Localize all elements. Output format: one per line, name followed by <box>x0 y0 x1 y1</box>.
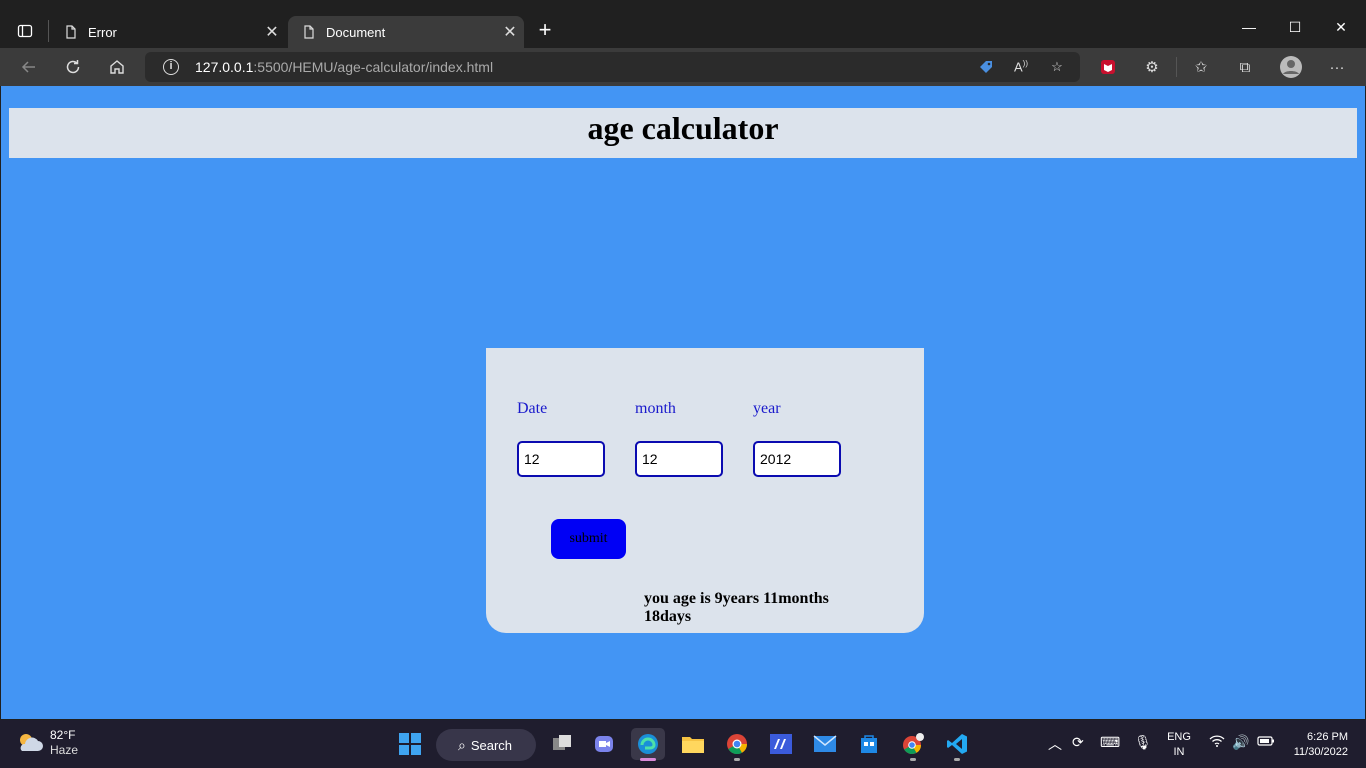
vscode-app-icon[interactable] <box>940 728 974 761</box>
clock-date: 11/30/2022 <box>1293 746 1348 758</box>
mail-app-icon[interactable] <box>808 728 842 760</box>
add-favorite-icon[interactable]: ☆ <box>1048 59 1066 77</box>
tab-strip: Error ✕ Document ✕ + — ☐ ✕ <box>0 0 1366 48</box>
year-input[interactable] <box>753 441 841 477</box>
file-explorer-icon[interactable] <box>676 728 710 760</box>
chrome-app-icon[interactable] <box>720 728 754 761</box>
coupon-tag-icon[interactable] <box>977 59 995 77</box>
close-tab-icon[interactable]: ✕ <box>496 22 524 42</box>
task-view-icon[interactable] <box>545 728 579 760</box>
weather-desc: Haze <box>50 743 79 757</box>
battery-icon[interactable] <box>1257 734 1275 750</box>
tab-title: Document <box>326 24 386 40</box>
date-label: Date <box>517 400 548 417</box>
search-label: Search <box>470 737 513 753</box>
tab-separator <box>48 20 49 42</box>
start-icon[interactable] <box>393 728 427 760</box>
tab-actions-icon[interactable] <box>10 14 40 48</box>
home-icon[interactable] <box>103 54 131 80</box>
year-label: year <box>753 400 781 417</box>
region-code: IN <box>1173 746 1185 758</box>
favorites-icon[interactable]: ✩ <box>1188 54 1214 80</box>
back-icon[interactable] <box>15 54 43 80</box>
weather-haze-icon <box>20 734 43 751</box>
language-code: ENG <box>1167 731 1191 743</box>
toolbar-divider <box>1176 57 1177 77</box>
code-tool-icon[interactable] <box>764 728 798 760</box>
submit-button[interactable]: submit <box>551 519 626 559</box>
url-text: 127.0.0.1:5500/HEMU/age-calculator/index… <box>195 59 494 75</box>
running-indicator <box>734 758 740 761</box>
tab-title: Error <box>88 24 117 40</box>
show-hidden-icons[interactable]: ︿ <box>1048 734 1062 754</box>
maximize-icon[interactable]: ☐ <box>1272 12 1318 42</box>
age-result: you age is 9years 11months 18days <box>644 590 829 625</box>
active-indicator <box>640 758 656 761</box>
address-bar[interactable]: i 127.0.0.1:5500/HEMU/age-calculator/ind… <box>145 52 1080 82</box>
tab-document[interactable]: Document ✕ <box>288 16 524 48</box>
extension-mcafee-icon[interactable] <box>1095 54 1121 80</box>
minimize-icon[interactable]: — <box>1226 12 1272 42</box>
search-icon: ⌕ <box>458 736 466 753</box>
microphone-icon[interactable]: 🎙 <box>1134 734 1152 751</box>
page-header: age calculator <box>9 108 1357 158</box>
date-input[interactable] <box>517 441 605 477</box>
taskbar-clock[interactable]: 6:26 PM 11/30/2022 <box>1282 730 1348 760</box>
store-app-icon[interactable] <box>852 728 886 760</box>
sync-icon[interactable]: ⟳ <box>1072 734 1084 751</box>
page-viewport: age calculator Date month year submit yo… <box>1 86 1365 719</box>
more-options-icon[interactable]: ··· <box>1324 54 1350 80</box>
collections-icon[interactable]: ⧉ <box>1232 54 1258 80</box>
document-icon <box>66 25 76 39</box>
month-input[interactable] <box>635 441 723 477</box>
chrome-profile-app-icon[interactable] <box>896 728 930 761</box>
close-tab-icon[interactable]: ✕ <box>258 22 286 42</box>
close-window-icon[interactable]: ✕ <box>1318 12 1364 42</box>
site-info-icon[interactable]: i <box>163 59 179 75</box>
input-language[interactable]: ENG IN <box>1166 730 1192 760</box>
taskbar: 82°F Haze ⌕ Search ︿ ⟳ ⌨ 🎙 ENG IN 🔊 6:26… <box>0 720 1366 768</box>
document-icon <box>304 25 314 39</box>
calculator-card: Date month year submit you age is 9years… <box>486 348 924 633</box>
tab-error[interactable]: Error ✕ <box>50 16 286 48</box>
running-indicator <box>910 758 916 761</box>
keyboard-icon[interactable]: ⌨ <box>1100 734 1120 751</box>
new-tab-icon[interactable]: + <box>534 18 556 44</box>
weather-widget[interactable]: 82°F Haze <box>16 728 78 758</box>
clock-time: 6:26 PM <box>1307 731 1348 743</box>
extensions-icon[interactable]: ⚙ <box>1139 54 1165 80</box>
refresh-icon[interactable] <box>59 54 87 80</box>
running-indicator <box>954 758 960 761</box>
wifi-icon[interactable] <box>1209 734 1225 751</box>
page-title: age calculator <box>587 110 779 146</box>
profile-avatar-icon[interactable] <box>1278 54 1304 80</box>
volume-icon[interactable]: 🔊 <box>1232 734 1249 751</box>
browser-toolbar: i 127.0.0.1:5500/HEMU/age-calculator/ind… <box>0 48 1366 86</box>
edge-app-icon[interactable] <box>631 728 665 761</box>
read-aloud-icon[interactable]: A)) <box>1012 59 1030 77</box>
month-label: month <box>635 400 676 417</box>
weather-temp: 82°F <box>50 728 76 742</box>
teams-chat-icon[interactable] <box>587 728 621 760</box>
taskbar-search[interactable]: ⌕ Search <box>436 729 536 761</box>
